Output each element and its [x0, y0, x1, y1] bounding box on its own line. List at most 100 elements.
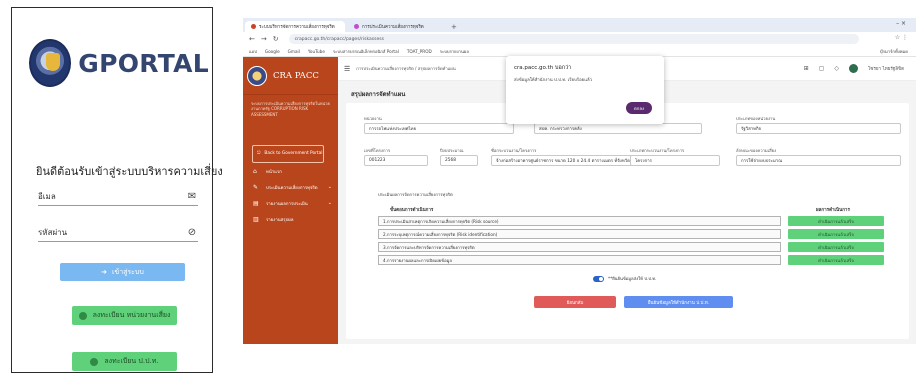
sidebar-item-label: หน้าแรก: [266, 169, 282, 175]
submit-to-pacc-button[interactable]: ยืนยันข้อมูลให้สำนักงาน ป.ป.ท.: [624, 296, 733, 308]
avatar[interactable]: [848, 64, 858, 73]
category-field: โครงการ: [630, 155, 720, 166]
forward-arrow-icon[interactable]: →: [261, 35, 267, 43]
table-row: 3.การจัดการและบริหารจัดการความเสี่ยงการท…: [378, 242, 781, 252]
window-controls[interactable]: – ×: [896, 20, 906, 27]
sidebar-item-report[interactable]: ▤ รายงานผลการประเมิน ⌄: [243, 195, 338, 211]
year-label: ปีงบประมาณ: [440, 148, 464, 153]
breadcrumb: การประเมินความเสี่ยงการทุจริต / สรุปผลกา…: [356, 66, 456, 71]
register-agency-button[interactable]: ลงทะเบียน หน่วยงานเสี่ยง: [72, 306, 177, 325]
sidebar-item-summary[interactable]: ▥ รายงานสรุปผล: [243, 211, 338, 227]
address-bar-row: ← → ↻ crapacc.go.th/crapacc/pages/riskas…: [243, 32, 916, 46]
table-head-steps: ขั้นตอนการดำเนินการ: [390, 208, 434, 213]
eye-off-icon[interactable]: ⊘: [186, 227, 198, 238]
password-field[interactable]: รหัสผ่าน ⊘: [38, 224, 198, 242]
dialog-title: cra.pacc.go.th บอกว่า: [514, 65, 572, 71]
bookmark-item[interactable]: ระบบรายงานผล: [440, 48, 469, 55]
register-agency-label: ลงทะเบียน หน่วยงานเสี่ยง: [92, 311, 171, 319]
topnav-actions: ⊞ ▢ ◇ โซรยา ไทยรัฐลิขิต: [804, 64, 904, 73]
table-row: 4.การรายงานผลและการเปิดเผยข้อมูล: [378, 255, 781, 265]
new-tab-button[interactable]: +: [451, 21, 457, 32]
browser-tab-1[interactable]: ระบบบริหารจัดการความเสี่ยงการทุจริต: [245, 21, 345, 32]
grid-icon[interactable]: ⊞: [804, 65, 809, 72]
profile-icon[interactable]: ☆ ⋮: [895, 34, 908, 41]
bookmark-item[interactable]: YouTube: [308, 49, 325, 54]
email-field[interactable]: อีเมล ✉: [38, 188, 198, 206]
url-input[interactable]: crapacc.go.th/crapacc/pages/riskassess: [288, 34, 859, 44]
menu-icon[interactable]: ☰: [344, 65, 350, 73]
login-button[interactable]: ➜ เข้าสู่ระบบ: [60, 263, 185, 281]
project-no-label: เลขที่โครงการ: [364, 148, 391, 153]
chevron-down-icon: ⌄: [327, 184, 332, 190]
subsection-title: ประเมินผลการจัดการความเสี่ยงการทุจริต: [378, 192, 453, 197]
category-label: ประเภทกระบวนงาน/โครงการ: [630, 148, 685, 153]
gportal-logo: GPORTAL: [29, 38, 209, 88]
logo-text: GPORTAL: [78, 48, 209, 78]
status-button[interactable]: ดำเนินการแล้วเสร็จ: [788, 242, 884, 252]
plus-circle-icon: [78, 311, 87, 320]
bookmark-item[interactable]: Gmail: [288, 49, 300, 54]
page-title: สรุปผลการจัดทำแผน: [351, 91, 406, 98]
bell-icon[interactable]: ◇: [834, 65, 839, 72]
bookmark-item[interactable]: Google: [265, 49, 280, 54]
edit-icon: ✎: [253, 183, 259, 191]
bookmark-item[interactable]: แอป: [249, 48, 257, 55]
status-button[interactable]: ดำเนินการแล้วเสร็จ: [788, 255, 884, 265]
back-arrow-icon[interactable]: ←: [249, 35, 255, 43]
tab-bar: ระบบบริหารจัดการความเสี่ยงการทุจริต การป…: [243, 18, 916, 32]
year-field: 2568: [440, 155, 478, 166]
system-description: ระบบการประเมินความเสี่ยงการทุจริตในหน่วย…: [251, 101, 330, 117]
tab-label: การประเมินความเสี่ยงการทุจริต: [362, 25, 424, 30]
login-icon: ➜: [101, 268, 108, 276]
agency-label: หน่วยงาน: [364, 116, 382, 121]
table-row: 2.การระบุเหตุการณ์ความเสี่ยงการทุจริต (R…: [378, 229, 781, 239]
mail-icon: ✉: [187, 191, 197, 202]
confirm-toggle-row: **ยืนยันข้อมูลส่งให้ ป.ป.ท.: [593, 275, 656, 282]
sidebar-item-assess[interactable]: ✎ ประเมินความเสี่ยงการทุจริต ⌄: [243, 179, 338, 195]
sidebar-brand: CRA PACC: [243, 57, 338, 95]
browser-tab-2[interactable]: การประเมินความเสี่ยงการทุจริต: [348, 21, 448, 32]
dialog-ok-button[interactable]: ตกลง: [626, 102, 652, 114]
brand-name: CRA PACC: [273, 70, 319, 81]
document-icon: ▤: [253, 199, 259, 207]
plus-circle-icon: [90, 357, 99, 366]
reload-icon[interactable]: ↻: [273, 35, 279, 43]
sidebar-item-label: รายงานผลการประเมิน: [266, 201, 308, 207]
status-button[interactable]: ดำเนินการแล้วเสร็จ: [788, 229, 884, 239]
sidebar-item-label: รายงานสรุปผล: [266, 217, 294, 223]
back-icon: ⎋: [257, 151, 261, 157]
mobile-login-screen: GPORTAL ยินดีต้อนรับเข้าสู่ระบบบริหารควา…: [11, 7, 223, 373]
status-button[interactable]: ดำเนินการแล้วเสร็จ: [788, 216, 884, 226]
risk-label: ลักษณะของความเสี่ยง: [736, 148, 777, 153]
home-icon: ⌂: [253, 167, 257, 175]
sidebar-item-home[interactable]: ⌂ หน้าแรก: [243, 163, 338, 179]
type-label: ประเภทของหน่วยงาน: [736, 116, 776, 121]
back-to-portal-label: Back to Government Portal: [264, 151, 323, 157]
province-field: สปค. กระทรวงการคลัง: [534, 123, 702, 134]
confirm-toggle[interactable]: [593, 275, 604, 282]
sidebar: CRA PACC ระบบการประเมินความเสี่ยงการทุจร…: [243, 57, 338, 344]
register-pacc-button[interactable]: ลงทะเบียน ป.ป.ท.: [72, 352, 177, 371]
project-name-label: ชื่อกระบวนงาน/โครงการ: [491, 148, 537, 153]
sidebar-item-label: ประเมินความเสี่ยงการทุจริต: [266, 185, 318, 191]
summary-card: หน่วยงาน การรถไฟแห่งประเทศไทย สังกัด / ก…: [346, 103, 909, 339]
register-pacc-label: ลงทะเบียน ป.ป.ท.: [104, 357, 159, 365]
square-icon[interactable]: ▢: [819, 65, 825, 72]
tab-label: ระบบบริหารจัดการความเสี่ยงการทุจริต: [259, 25, 335, 30]
back-to-portal-button[interactable]: ⎋ Back to Government Portal: [252, 145, 324, 163]
bookmark-item[interactable]: TOAT_PROD: [407, 49, 432, 54]
government-seal-icon: [29, 39, 72, 87]
dialog-message: ส่งข้อมูลให้สำนักงาน ป.ป.ท. เรียบร้อยแล้…: [514, 78, 593, 83]
chart-icon: ▥: [253, 215, 259, 223]
favicon-icon: [251, 24, 256, 29]
email-label: อีเมล: [38, 192, 56, 201]
table-head-status: ผลการดำเนินการ: [816, 208, 850, 213]
user-name[interactable]: โซรยา ไทยรัฐลิขิต: [868, 65, 904, 72]
bookmark-item[interactable]: ระบบสารบรรณอิเล็กทรอนิกส์ Portal: [333, 48, 399, 55]
login-button-label: เข้าสู่ระบบ: [112, 267, 144, 276]
chevron-down-icon: ⌄: [327, 200, 332, 206]
project-no-field: 001223: [364, 155, 428, 166]
password-label: รหัสผ่าน: [38, 228, 68, 237]
back-button[interactable]: ย้อนกลับ: [534, 296, 616, 308]
all-bookmarks-link[interactable]: บุ๊กมาร์กทั้งหมด: [880, 48, 908, 55]
